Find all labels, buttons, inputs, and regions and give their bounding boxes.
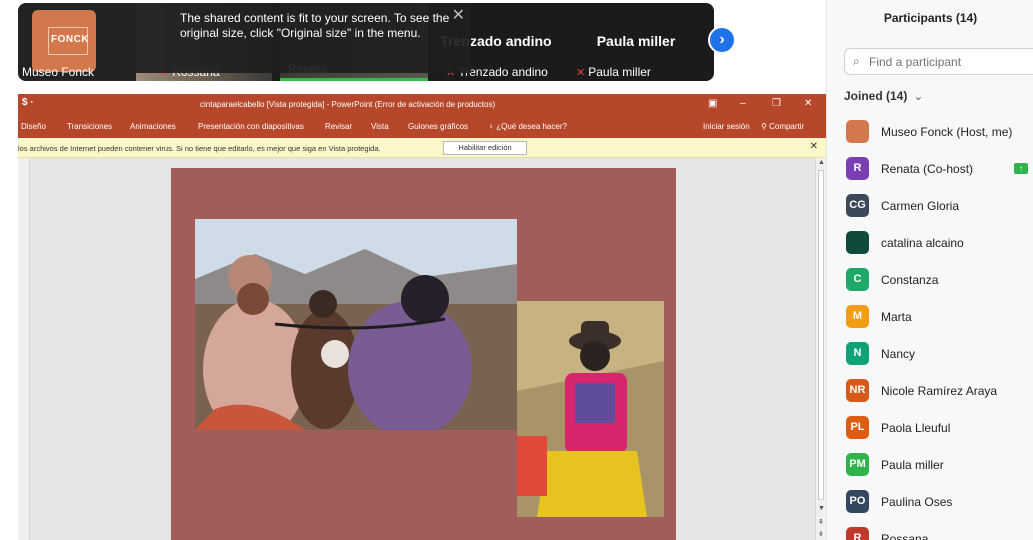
slide-thumbnail-pane[interactable] xyxy=(18,158,30,540)
tab-animaciones[interactable]: Animaciones xyxy=(130,122,176,131)
ppt-title-bar: $ · cintaparaelcabello [Vista protegida]… xyxy=(18,94,826,116)
close-icon[interactable]: ✕ xyxy=(452,5,465,25)
protected-view-bar: los archivos de Internet pueden contener… xyxy=(18,138,826,158)
participant-name: Renata (Co-host) xyxy=(881,162,974,176)
protected-view-message: los archivos de Internet pueden contener… xyxy=(18,144,381,153)
participants-panel: Participants (14) ⌕ Joined (14)⌄ Museo F… xyxy=(826,0,1033,540)
participant-name: Marta xyxy=(881,310,912,324)
mic-muted-icon: ✕ xyxy=(576,67,586,79)
minimize-icon[interactable]: – xyxy=(740,98,746,109)
participant-row[interactable]: CG Carmen Gloria xyxy=(827,187,1033,223)
participant-name: Nicole Ramírez Araya xyxy=(881,384,998,398)
photo-women-braiding xyxy=(195,219,517,430)
scroll-down-icon[interactable]: ▼ xyxy=(818,505,825,512)
participant-name: Carmen Gloria xyxy=(881,199,960,213)
tab-diseno[interactable]: Diseño xyxy=(21,122,46,131)
avatar: NR xyxy=(846,379,869,402)
next-videos-button[interactable]: › xyxy=(708,26,736,54)
museo-fonck-logo: FONCK xyxy=(32,10,96,72)
enable-editing-button[interactable]: Habilitar edición xyxy=(443,141,527,155)
screen-share-icon: ↑ xyxy=(1014,163,1028,174)
powerpoint-window: $ · cintaparaelcabello [Vista protegida]… xyxy=(18,94,826,540)
avatar: CG xyxy=(846,194,869,217)
tab-transiciones[interactable]: Transiciones xyxy=(67,122,112,131)
participant-name: Museo Fonck (Host, me) xyxy=(881,125,1013,139)
tab-presentacion[interactable]: Presentación con diapositivas xyxy=(198,122,304,131)
participant-name: Paula miller xyxy=(881,458,944,472)
quick-access-toolbar[interactable]: $ · xyxy=(22,97,34,108)
ppt-window-title: cintaparaelcabello [Vista protegida] - P… xyxy=(200,100,496,109)
next-slide-icon[interactable]: ⇟ xyxy=(818,530,824,538)
avatar: N xyxy=(846,342,869,365)
shared-screen-area: FONCK Museo Fonck ✕Rossana Renata Trenza… xyxy=(0,0,826,540)
previous-slide-icon[interactable]: ⇞ xyxy=(818,518,824,526)
share-fit-notice: The shared content is fit to your screen… xyxy=(136,3,471,73)
close-icon[interactable]: ✕ xyxy=(810,141,818,152)
video-tile-museo-fonck[interactable]: FONCK Museo Fonck xyxy=(18,3,154,81)
participant-row[interactable]: NR Nicole Ramírez Araya xyxy=(827,372,1033,408)
avatar: C xyxy=(846,268,869,291)
video-strip: FONCK Museo Fonck ✕Rossana Renata Trenza… xyxy=(18,3,714,81)
avatar: R xyxy=(846,527,869,540)
chevron-right-icon: › xyxy=(719,31,725,48)
participant-row[interactable]: PO Paulina Oses xyxy=(827,483,1033,519)
video-tile-name: Museo Fonck xyxy=(22,65,95,79)
ppt-editor-area: ▲ ▼ ⇞ ⇟ xyxy=(18,158,826,540)
scroll-up-icon[interactable]: ▲ xyxy=(818,159,825,166)
participant-row[interactable]: Museo Fonck (Host, me) xyxy=(827,113,1033,149)
participant-name: Paola Lleuful xyxy=(881,421,951,435)
participant-name: Constanza xyxy=(881,273,939,287)
participant-search[interactable]: ⌕ xyxy=(844,48,1033,75)
person-icon: ⚲ xyxy=(761,122,770,131)
close-window-icon[interactable]: ✕ xyxy=(804,98,812,109)
ppt-ribbon-tabs: Diseño Transiciones Animaciones Presenta… xyxy=(18,116,826,138)
video-tile-big-name: Paula miller xyxy=(596,33,676,49)
scroll-thumb[interactable] xyxy=(818,170,824,500)
participant-row[interactable]: PM Paula miller xyxy=(827,446,1033,482)
search-input[interactable] xyxy=(869,53,1029,71)
panel-title: Participants (14) xyxy=(883,11,978,25)
avatar xyxy=(846,231,869,254)
chevron-down-icon: ⌄ xyxy=(913,89,924,103)
video-tile-name: Paula miller xyxy=(588,65,651,79)
avatar xyxy=(846,120,869,143)
photo-woman-colorful-dress xyxy=(517,301,664,517)
participant-row[interactable]: PL Paola Lleuful xyxy=(827,409,1033,445)
video-tile-name: Trenzado andino xyxy=(458,65,548,79)
video-tile-paula-miller[interactable]: Paula miller ✕ Paula miller xyxy=(568,3,704,81)
search-icon: ⌕ xyxy=(853,54,860,68)
avatar: PM xyxy=(846,453,869,476)
avatar: M xyxy=(846,305,869,328)
participant-name: Paulina Oses xyxy=(881,495,953,509)
joined-section-header[interactable]: Joined (14) ⌄ xyxy=(844,89,923,103)
restore-icon[interactable]: ❐ xyxy=(772,98,781,109)
lightbulb-icon: ♀ xyxy=(488,122,497,131)
participant-name: Rossana xyxy=(881,532,929,540)
ribbon-display-options-icon[interactable]: ▣ xyxy=(708,98,717,109)
participant-name: catalina alcaino xyxy=(881,236,964,250)
participant-row[interactable]: R Rossana xyxy=(827,520,1033,540)
share-notice-text: The shared content is fit to your screen… xyxy=(180,11,450,40)
participant-row[interactable]: M Marta xyxy=(827,298,1033,334)
participant-name: Nancy xyxy=(881,347,916,361)
participant-row[interactable]: N Nancy xyxy=(827,335,1033,371)
participant-row[interactable]: catalina alcaino xyxy=(827,224,1033,260)
participant-row[interactable]: R Renata (Co-host) ↑ xyxy=(827,150,1033,186)
slide-canvas[interactable] xyxy=(171,168,676,540)
avatar: PO xyxy=(846,490,869,513)
tab-guiones[interactable]: Guiones gráficos xyxy=(408,122,468,131)
avatar: R xyxy=(846,157,869,180)
tab-revisar[interactable]: Revisar xyxy=(325,122,352,131)
participant-row[interactable]: C Constanza xyxy=(827,261,1033,297)
signin-link[interactable]: Iniciar sesión xyxy=(703,122,750,131)
tell-me-box[interactable]: ♀ ¿Qué desea hacer? xyxy=(488,122,567,131)
tab-vista[interactable]: Vista xyxy=(371,122,389,131)
avatar: PL xyxy=(846,416,869,439)
share-button[interactable]: ⚲ Compartir xyxy=(761,122,804,131)
vertical-scrollbar[interactable]: ▲ ▼ ⇞ ⇟ xyxy=(815,158,826,540)
